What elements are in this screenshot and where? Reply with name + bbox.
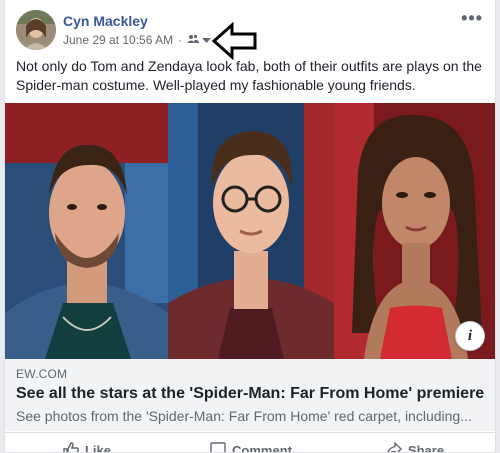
more-options-icon[interactable]: ••• xyxy=(461,8,483,29)
comment-icon xyxy=(210,441,226,452)
friends-icon[interactable] xyxy=(187,33,200,47)
photo-panel-left xyxy=(5,103,168,359)
meta-separator: · xyxy=(178,33,183,47)
post-text: Not only do Tom and Zendaya look fab, bo… xyxy=(16,58,482,93)
comment-label: Comment xyxy=(232,443,292,453)
like-label: Like xyxy=(84,443,111,453)
post-actions-bar: Like Comment Share xyxy=(5,432,495,453)
info-button[interactable]: i xyxy=(455,321,485,351)
post-timestamp[interactable]: June 29 at 10:56 AM xyxy=(63,33,173,47)
link-preview[interactable]: EW.COM See all the stars at the 'Spider-… xyxy=(5,359,495,431)
like-button[interactable]: Like xyxy=(5,433,169,453)
link-preview-image[interactable]: i xyxy=(5,103,495,359)
avatar[interactable] xyxy=(16,10,56,50)
photo-panel-middle xyxy=(168,103,334,359)
post-meta: June 29 at 10:56 AM · xyxy=(63,33,212,47)
post-card: Cyn Mackley June 29 at 10:56 AM · ••• No… xyxy=(4,0,496,453)
chevron-down-icon[interactable] xyxy=(202,33,212,47)
link-domain: EW.COM xyxy=(16,367,68,381)
link-headline[interactable]: See all the stars at the 'Spider-Man: Fa… xyxy=(16,385,486,403)
comment-button[interactable]: Comment xyxy=(169,433,333,453)
thumbs-up-icon xyxy=(63,441,79,452)
share-icon xyxy=(386,440,402,452)
share-label: Share xyxy=(407,443,445,453)
share-button[interactable]: Share xyxy=(333,433,495,453)
link-description: See photos from the 'Spider-Man: Far Fro… xyxy=(16,408,472,424)
author-name[interactable]: Cyn Mackley xyxy=(63,13,148,29)
